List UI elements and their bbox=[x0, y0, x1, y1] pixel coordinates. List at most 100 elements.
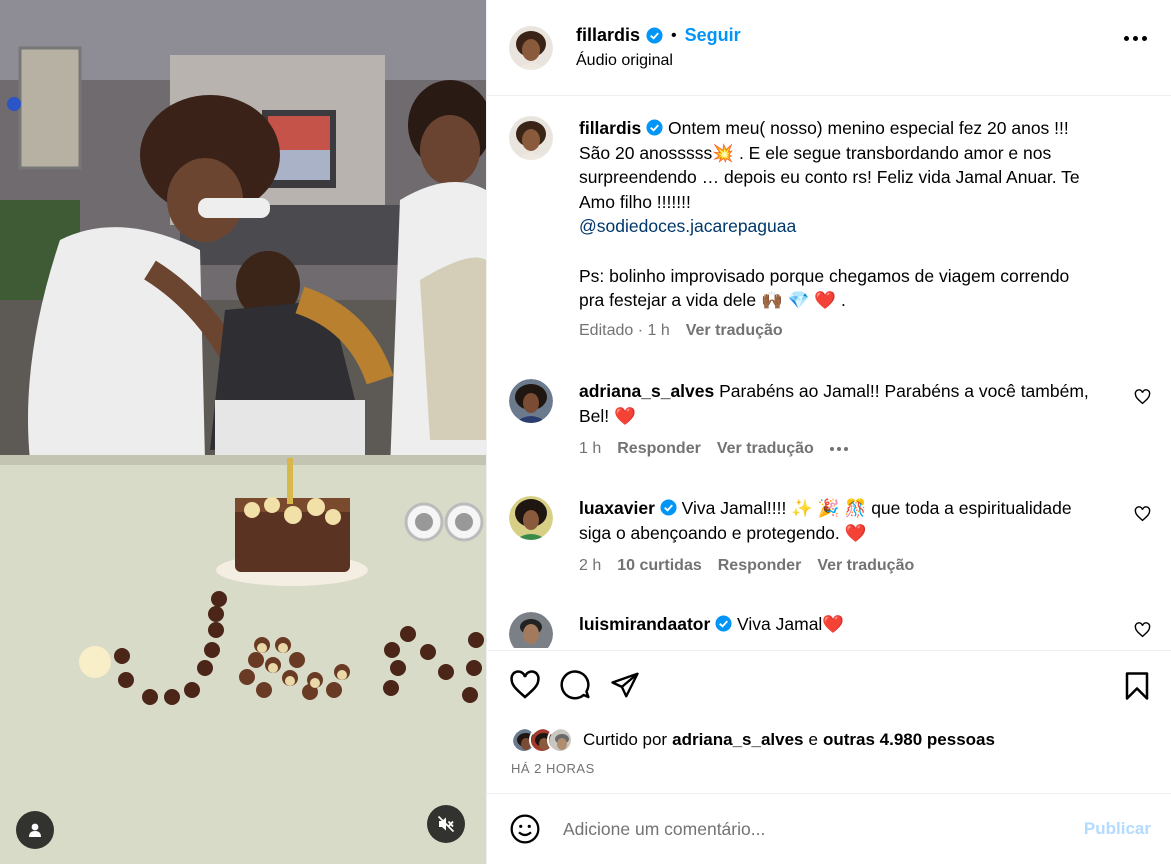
post-caption: fillardis Ontem meu( nosso) menino espec… bbox=[509, 116, 1151, 343]
post-header: fillardis • Seguir Áudio original bbox=[487, 0, 1171, 96]
liked-by-prefix: Curtido por bbox=[583, 730, 668, 749]
comment-time: 1 h bbox=[579, 440, 602, 458]
liked-by-conj: e bbox=[808, 730, 818, 749]
liker-avatar bbox=[547, 727, 573, 753]
likes-summary: Curtido por adriana_s_alves e outras 4.9… bbox=[511, 727, 995, 753]
gem-emoji: 💎 bbox=[787, 290, 810, 311]
mention-link[interactable]: @sodiedoces.jacarepaguaa bbox=[579, 214, 1119, 239]
comment-meta: 2 h 10 curtidas Responder Ver tradução bbox=[579, 554, 1119, 579]
post-modal: fillardis • Seguir Áudio original fillar… bbox=[0, 0, 1171, 864]
comment-body: luismirandaator Viva Jamal❤️ bbox=[579, 612, 1119, 648]
header-text: fillardis • Seguir Áudio original bbox=[576, 25, 741, 70]
heart-emoji: ❤️ bbox=[844, 522, 867, 543]
verified-badge-icon bbox=[646, 119, 663, 136]
translate-link[interactable]: Ver tradução bbox=[717, 437, 814, 462]
comment-text: que toda a espiritualidade bbox=[871, 498, 1072, 518]
comment-username[interactable]: luismirandaator bbox=[579, 614, 710, 634]
post-timestamp[interactable]: HÁ 2 HORAS bbox=[511, 761, 595, 776]
caption-username[interactable]: fillardis bbox=[579, 118, 641, 138]
audio-link[interactable]: Áudio original bbox=[576, 52, 741, 70]
comment-username[interactable]: adriana_s_alves bbox=[579, 381, 714, 401]
avatar-image bbox=[509, 496, 553, 540]
emoji-icon[interactable] bbox=[509, 813, 541, 845]
caption-text: Ontem meu( nosso) menino especial fez 20… bbox=[668, 118, 1069, 138]
caption-body: fillardis Ontem meu( nosso) menino espec… bbox=[579, 116, 1119, 343]
caption-avatar[interactable] bbox=[509, 116, 553, 160]
comment-options-icon[interactable] bbox=[829, 447, 848, 452]
hands-emoji: 🙌🏾 bbox=[760, 290, 783, 311]
comment-icon[interactable] bbox=[559, 669, 591, 701]
comment-text: Viva Jamal bbox=[737, 614, 823, 634]
add-comment-bar: Adicione um comentário... Publicar bbox=[487, 793, 1171, 864]
comment-body: luaxavier Viva Jamal!!!! ✨ 🎉 🎊 que toda … bbox=[579, 496, 1119, 579]
comment-avatar[interactable] bbox=[509, 612, 553, 648]
comment-line: adriana_s_alves Parabéns ao Jamal!! Para… bbox=[579, 379, 1119, 404]
video-frame bbox=[0, 0, 486, 864]
action-buttons bbox=[509, 669, 641, 701]
heart-icon[interactable] bbox=[1134, 389, 1151, 405]
bookmark-icon[interactable] bbox=[1123, 671, 1151, 701]
comment-item: luaxavier Viva Jamal!!!! ✨ 🎉 🎊 que toda … bbox=[509, 496, 1151, 579]
comment-avatar[interactable] bbox=[509, 379, 553, 423]
separator-dot: • bbox=[671, 26, 677, 44]
author-avatar[interactable] bbox=[509, 25, 553, 70]
avatar-image bbox=[509, 116, 553, 160]
comment-text: Bel! bbox=[579, 405, 610, 426]
comment-avatar[interactable] bbox=[509, 496, 553, 540]
publish-button[interactable]: Publicar bbox=[1084, 819, 1151, 839]
avatar-image bbox=[509, 379, 553, 423]
heart-icon[interactable] bbox=[509, 670, 541, 700]
caption-text: Ps: bolinho improvisado porque chegamos … bbox=[579, 265, 1070, 286]
caption-text: . E ele segue transbordando amor e nos bbox=[738, 142, 1052, 163]
caption-line: fillardis Ontem meu( nosso) menino espec… bbox=[579, 116, 1119, 141]
liked-by-user[interactable]: adriana_s_alves bbox=[672, 730, 803, 750]
post-video[interactable] bbox=[0, 0, 486, 864]
caption-line: pra festejar a vida dele 🙌🏾 💎 ❤️ . bbox=[579, 288, 1119, 313]
mute-toggle-button[interactable] bbox=[427, 805, 465, 843]
caption-text: pra festejar a vida dele bbox=[579, 290, 757, 311]
edited-time: Editado · 1 h bbox=[579, 321, 670, 339]
heart-emoji: ❤️ bbox=[614, 405, 636, 426]
comment-text: Viva Jamal!!!! bbox=[681, 498, 787, 518]
translate-link[interactable]: Ver tradução bbox=[817, 554, 914, 579]
comment-text: siga o abençoando e protegendo. bbox=[579, 522, 840, 543]
verified-badge-icon bbox=[646, 27, 663, 44]
comment-meta: 1 h Responder Ver tradução bbox=[579, 437, 1119, 462]
liked-by-others[interactable]: outras 4.980 pessoas bbox=[823, 730, 995, 750]
comment-line: Bel! ❤️ bbox=[579, 404, 1119, 429]
caption-text: São 20 anosssss bbox=[579, 142, 713, 163]
avatar-image bbox=[509, 612, 553, 648]
heart-emoji: ❤️ bbox=[814, 290, 837, 311]
follow-button[interactable]: Seguir bbox=[685, 25, 741, 46]
comment-username[interactable]: luaxavier bbox=[579, 498, 655, 518]
author-username[interactable]: fillardis bbox=[576, 25, 640, 46]
reply-button[interactable]: Responder bbox=[617, 437, 701, 462]
muted-speaker-icon bbox=[437, 815, 455, 833]
comment-likes[interactable]: 10 curtidas bbox=[617, 554, 701, 579]
comments-list[interactable]: fillardis Ontem meu( nosso) menino espec… bbox=[487, 96, 1171, 648]
caption-text: Amo filho !!!!!!! bbox=[579, 191, 691, 212]
comment-time: 2 h bbox=[579, 557, 602, 575]
comment-item: luismirandaator Viva Jamal❤️ bbox=[509, 612, 1151, 648]
comment-input[interactable]: Adicione um comentário... bbox=[563, 819, 1084, 840]
more-options-icon[interactable] bbox=[1124, 36, 1147, 41]
comment-line: siga o abençoando e protegendo. ❤️ bbox=[579, 521, 1119, 546]
heart-icon[interactable] bbox=[1134, 506, 1151, 522]
comment-item: adriana_s_alves Parabéns ao Jamal!! Para… bbox=[509, 379, 1151, 462]
verified-badge-icon bbox=[660, 499, 677, 516]
translate-link[interactable]: Ver tradução bbox=[686, 319, 783, 344]
comment-text: Parabéns ao Jamal!! Parabéns a você tamb… bbox=[719, 381, 1089, 401]
caption-meta: Editado · 1 h Ver tradução bbox=[579, 319, 1119, 344]
heart-icon[interactable] bbox=[1134, 622, 1151, 638]
tagged-users-button[interactable] bbox=[16, 811, 54, 849]
liker-avatars[interactable] bbox=[511, 727, 573, 753]
comment-body: adriana_s_alves Parabéns ao Jamal!! Para… bbox=[579, 379, 1119, 462]
celebration-emojis: ✨ 🎉 🎊 bbox=[791, 498, 867, 518]
caption-line: São 20 anosssss💥 . E ele segue transbord… bbox=[579, 141, 1119, 166]
reply-button[interactable]: Responder bbox=[718, 554, 802, 579]
post-actions: Curtido por adriana_s_alves e outras 4.9… bbox=[487, 650, 1171, 792]
share-icon[interactable] bbox=[609, 670, 641, 700]
header-line: fillardis • Seguir bbox=[576, 25, 741, 46]
caption-text: . bbox=[840, 290, 846, 311]
